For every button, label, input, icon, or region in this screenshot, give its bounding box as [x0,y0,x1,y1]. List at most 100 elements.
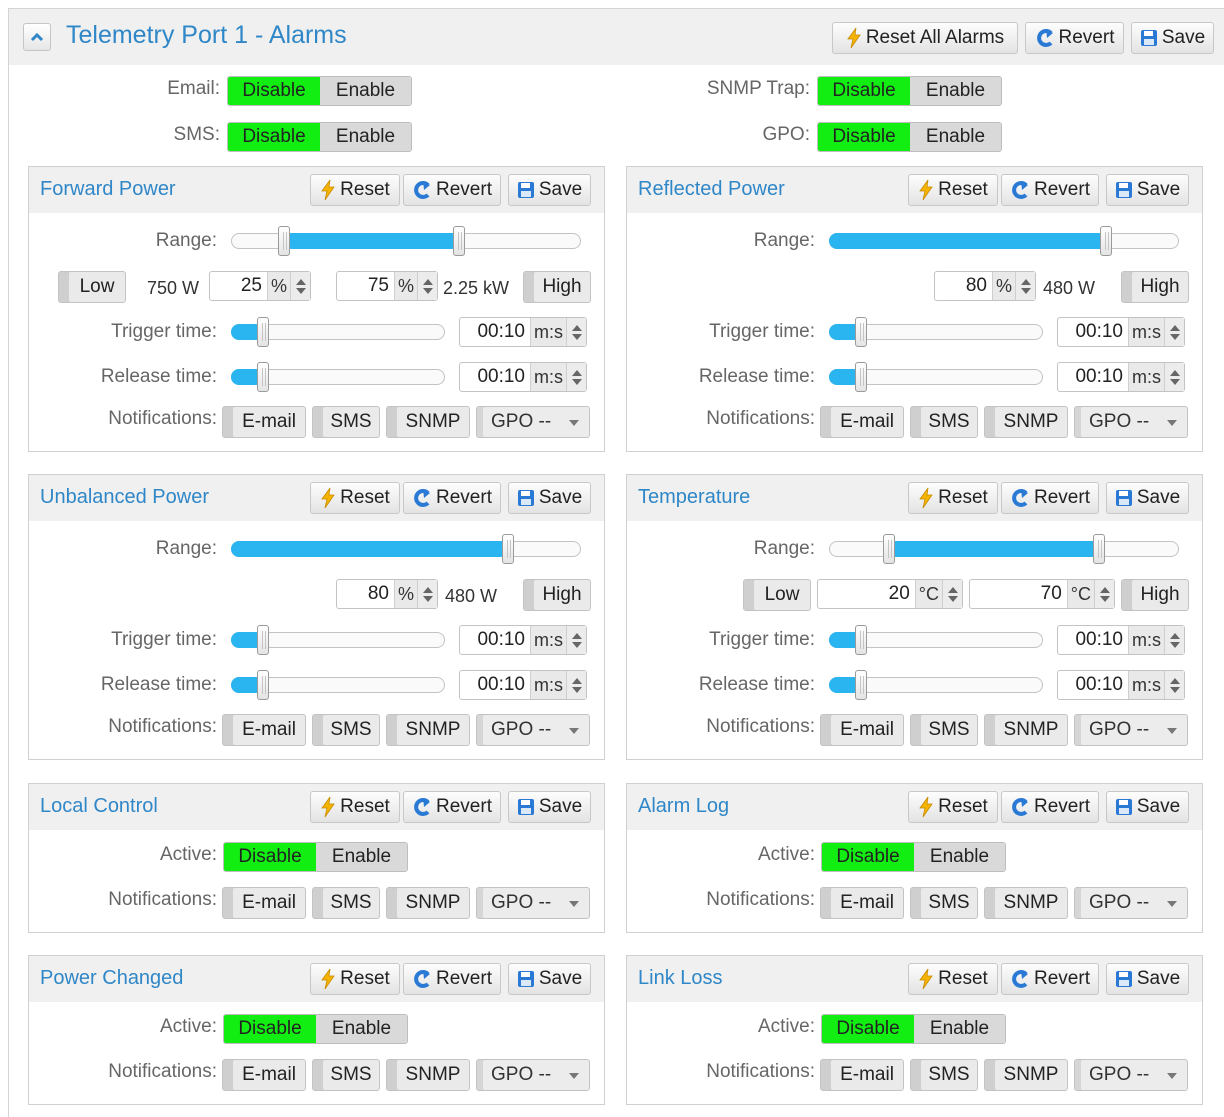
snmp-trap-toggle[interactable]: Disable Enable [817,76,1002,106]
header-revert-button[interactable]: Revert [1025,22,1124,54]
reflected-trigger-time[interactable]: 00:10 m:s [1057,317,1185,347]
local_control-gpo-select[interactable]: GPO -- [476,887,590,919]
unbalanced-email-chip[interactable]: E-mail [222,714,306,746]
unbalanced-revert-button[interactable]: Revert [403,482,501,514]
temperature-gpo-select[interactable]: GPO -- [1074,714,1188,746]
forward-revert-button[interactable]: Revert [403,174,501,206]
alarm_log-reset-button[interactable]: Reset [908,791,998,823]
sms-disable-option[interactable]: Disable [228,123,320,151]
reflected-snmp-chip[interactable]: SNMP [984,406,1068,438]
email-enable-option[interactable]: Enable [320,77,411,105]
reflected-trigger-handle[interactable] [854,317,867,347]
unbalanced-sms-chip[interactable]: SMS [312,714,380,746]
unbalanced-snmp-chip[interactable]: SNMP [386,714,470,746]
unbalanced-save-button[interactable]: Save [508,482,591,514]
reflected-revert-button[interactable]: Revert [1001,174,1099,206]
link_loss-active-enable-option[interactable]: Enable [914,1015,1005,1043]
forward-sms-chip[interactable]: SMS [312,406,380,438]
temperature-email-chip[interactable]: E-mail [820,714,904,746]
temperature-high-button[interactable]: High [1121,579,1189,611]
alarm_log-gpo-select[interactable]: GPO -- [1074,887,1188,919]
temperature-low-button[interactable]: Low [743,579,811,611]
forward-range-high-handle[interactable] [452,226,465,256]
power_changed-gpo-select[interactable]: GPO -- [476,1059,590,1091]
power_changed-email-chip[interactable]: E-mail [222,1059,306,1091]
reflected-release-handle[interactable] [854,362,867,392]
temperature-release-handle[interactable] [854,670,867,700]
snmp-disable-option[interactable]: Disable [818,77,910,105]
temperature-reset-button[interactable]: Reset [908,482,998,514]
link_loss-email-chip[interactable]: E-mail [820,1059,904,1091]
unbalanced-release-handle[interactable] [256,670,269,700]
alarm_log-email-chip[interactable]: E-mail [820,887,904,919]
forward-gpo-select[interactable]: GPO -- [476,406,590,438]
local_control-revert-button[interactable]: Revert [403,791,501,823]
forward-release-handle[interactable] [256,362,269,392]
unbalanced-range-high-handle[interactable] [501,534,514,564]
forward-trigger-handle[interactable] [256,317,269,347]
alarm_log-active-toggle[interactable]: Disable Enable [821,842,1006,872]
reflected-gpo-select[interactable]: GPO -- [1074,406,1188,438]
temperature-release-time[interactable]: 00:10 m:s [1057,670,1185,700]
forward-low-button[interactable]: Low [58,271,126,303]
temperature-trigger-time[interactable]: 00:10 m:s [1057,625,1185,655]
power_changed-snmp-chip[interactable]: SNMP [386,1059,470,1091]
header-save-button[interactable]: Save [1131,22,1214,54]
collapse-button[interactable] [23,23,51,51]
forward-low-percent[interactable]: 25 % [209,271,311,301]
temperature-range-low-handle[interactable] [882,534,895,564]
forward-high-percent[interactable]: 75 % [336,271,438,301]
unbalanced-reset-button[interactable]: Reset [310,482,400,514]
forward-email-chip[interactable]: E-mail [222,406,306,438]
reflected-sms-chip[interactable]: SMS [910,406,978,438]
link_loss-reset-button[interactable]: Reset [908,963,998,995]
link_loss-revert-button[interactable]: Revert [1001,963,1099,995]
local_control-active-disable-option[interactable]: Disable [224,843,316,871]
forward-save-button[interactable]: Save [508,174,591,206]
alarm_log-save-button[interactable]: Save [1106,791,1189,823]
temperature-low-value[interactable]: 20 °C [817,579,963,609]
local_control-active-toggle[interactable]: Disable Enable [223,842,408,872]
reset-all-alarms-button[interactable]: Reset All Alarms [832,22,1018,54]
link_loss-gpo-select[interactable]: GPO -- [1074,1059,1188,1091]
local_control-sms-chip[interactable]: SMS [312,887,380,919]
temperature-range-high-handle[interactable] [1092,534,1105,564]
temperature-snmp-chip[interactable]: SNMP [984,714,1068,746]
power_changed-save-button[interactable]: Save [508,963,591,995]
forward-release-time[interactable]: 00:10 m:s [459,362,587,392]
unbalanced-high-button[interactable]: High [523,579,591,611]
forward-range-low-handle[interactable] [277,226,290,256]
reflected-save-button[interactable]: Save [1106,174,1189,206]
local_control-save-button[interactable]: Save [508,791,591,823]
reflected-release-time[interactable]: 00:10 m:s [1057,362,1185,392]
alarm_log-revert-button[interactable]: Revert [1001,791,1099,823]
reflected-high-button[interactable]: High [1121,271,1189,303]
reflected-email-chip[interactable]: E-mail [820,406,904,438]
temperature-sms-chip[interactable]: SMS [910,714,978,746]
gpo-enable-option[interactable]: Enable [910,123,1001,151]
email-toggle[interactable]: Disable Enable [227,76,412,106]
alarm_log-snmp-chip[interactable]: SNMP [984,887,1068,919]
forward-reset-button[interactable]: Reset [310,174,400,206]
sms-toggle[interactable]: Disable Enable [227,122,412,152]
local_control-reset-button[interactable]: Reset [310,791,400,823]
local_control-snmp-chip[interactable]: SNMP [386,887,470,919]
temperature-high-value[interactable]: 70 °C [969,579,1115,609]
link_loss-sms-chip[interactable]: SMS [910,1059,978,1091]
alarm_log-active-enable-option[interactable]: Enable [914,843,1005,871]
forward-snmp-chip[interactable]: SNMP [386,406,470,438]
sms-enable-option[interactable]: Enable [320,123,411,151]
reflected-reset-button[interactable]: Reset [908,174,998,206]
gpo-disable-option[interactable]: Disable [818,123,910,151]
power_changed-reset-button[interactable]: Reset [310,963,400,995]
local_control-active-enable-option[interactable]: Enable [316,843,407,871]
unbalanced-release-time[interactable]: 00:10 m:s [459,670,587,700]
snmp-enable-option[interactable]: Enable [910,77,1001,105]
email-disable-option[interactable]: Disable [228,77,320,105]
power_changed-sms-chip[interactable]: SMS [312,1059,380,1091]
power_changed-revert-button[interactable]: Revert [403,963,501,995]
reflected-high-percent[interactable]: 80 % [934,271,1036,301]
temperature-save-button[interactable]: Save [1106,482,1189,514]
gpo-toggle[interactable]: Disable Enable [817,122,1002,152]
local_control-email-chip[interactable]: E-mail [222,887,306,919]
